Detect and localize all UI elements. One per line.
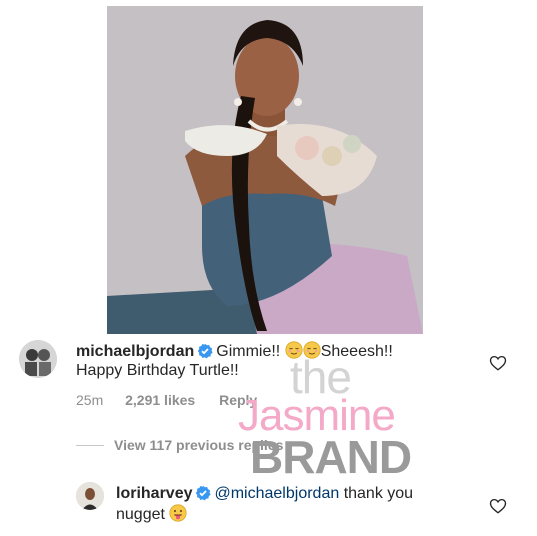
verified-badge-icon (195, 485, 212, 507)
heart-outline-icon[interactable] (489, 497, 507, 515)
avatar-image (19, 340, 57, 378)
tongue-face-emoji (169, 504, 187, 528)
comment-text-part1: Gimmie!! (216, 343, 281, 360)
avatar-image (76, 482, 104, 510)
reply-text-part1: thank you (343, 485, 414, 502)
heart-outline-icon[interactable] (489, 354, 507, 372)
comment-username[interactable]: michaelbjordan (76, 343, 194, 360)
mention-link[interactable]: @michaelbjordan (214, 485, 339, 502)
view-previous-replies-button[interactable]: View 117 previous replies (114, 437, 283, 453)
replies-divider (76, 445, 104, 446)
relieved-face-emoji (303, 341, 321, 365)
reply-username[interactable]: loriharvey (116, 485, 192, 502)
post-photo-illustration (107, 6, 423, 334)
avatar-loriharvey[interactable] (76, 482, 104, 510)
comment-likes[interactable]: 2,291 likes (125, 392, 195, 408)
avatar-michaelbjordan[interactable] (19, 340, 57, 378)
reply-text-line2: nugget (116, 504, 187, 528)
post-photo[interactable] (107, 6, 423, 334)
comment-meta: 25m 2,291 likes Reply (76, 392, 257, 408)
reply-text-part2: nugget (116, 506, 165, 523)
reply-button[interactable]: Reply (219, 392, 257, 408)
watermark-jasmine: Jasmine (238, 391, 396, 440)
relieved-face-emoji (285, 341, 303, 365)
comment-text-part2: Sheeesh!! (320, 343, 393, 360)
comment-text-line2: Happy Birthday Turtle!! (76, 362, 239, 379)
watermark-logo: the Jasmine BRAND (236, 354, 446, 484)
comment-age: 25m (76, 392, 104, 408)
